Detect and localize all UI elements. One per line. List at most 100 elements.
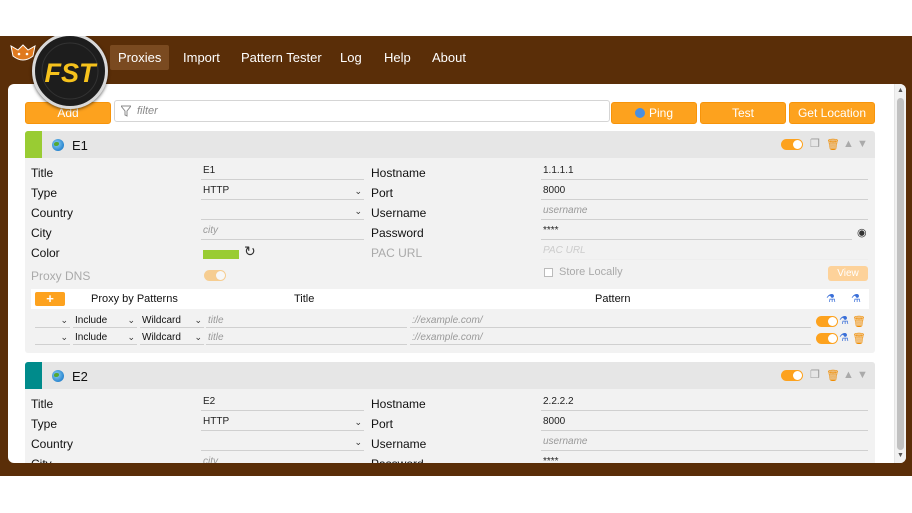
- filter-input[interactable]: [135, 103, 595, 119]
- eye-icon[interactable]: ◉: [857, 227, 867, 239]
- color-picker[interactable]: [203, 250, 239, 259]
- pattern-include-select[interactable]: Include ⌄: [73, 331, 137, 345]
- type-label: Type: [31, 417, 58, 431]
- tab-log[interactable]: Log: [332, 45, 370, 70]
- scrollbar-thumb[interactable]: [897, 98, 904, 450]
- hostname-input[interactable]: 1.1.1.1: [541, 164, 868, 180]
- city-input[interactable]: city: [201, 455, 364, 463]
- pattern-active-toggle[interactable]: [816, 333, 838, 344]
- username-input[interactable]: username: [541, 204, 868, 220]
- type-value: HTTP: [203, 185, 230, 196]
- flask-icon[interactable]: ⚗: [826, 293, 836, 305]
- chevron-down-icon: ⌄: [354, 206, 362, 216]
- city-label: City: [31, 226, 52, 240]
- pattern-type-select[interactable]: Wildcard ⌄: [140, 331, 204, 345]
- type-select[interactable]: HTTP ⌄: [201, 184, 364, 200]
- proxy-enable-toggle[interactable]: [781, 139, 803, 150]
- get-location-button[interactable]: Get Location: [789, 102, 875, 124]
- ping-button[interactable]: Ping: [611, 102, 697, 124]
- chevron-down-icon: ⌄: [127, 315, 135, 325]
- flask-icon[interactable]: ⚗: [851, 293, 861, 305]
- city-input[interactable]: city: [201, 224, 364, 240]
- username-input[interactable]: username: [541, 435, 868, 451]
- proxy-color-strip: [25, 362, 42, 389]
- password-input[interactable]: ****: [541, 455, 852, 463]
- proxy-enable-toggle[interactable]: [781, 370, 803, 381]
- pac-url-input[interactable]: PAC URL: [541, 244, 868, 260]
- proxy-dns-toggle[interactable]: [204, 270, 226, 281]
- trash-icon[interactable]: 🗑: [852, 333, 866, 345]
- proxy-card-header[interactable]: E1 ❐ 🗑 ▲ ▼: [25, 131, 875, 158]
- title-input[interactable]: E2: [201, 395, 364, 411]
- tab-proxies[interactable]: Proxies: [110, 45, 170, 70]
- pattern-active-toggle[interactable]: [816, 316, 838, 327]
- flask-icon[interactable]: ⚗: [839, 332, 849, 344]
- up-arrow-icon[interactable]: ▲: [843, 369, 854, 381]
- pattern-title-input[interactable]: title: [206, 314, 407, 328]
- hostname-input[interactable]: 2.2.2.2: [541, 395, 868, 411]
- chevron-down-icon: ⌄: [194, 332, 202, 342]
- add-pattern-button[interactable]: +: [35, 292, 65, 306]
- filter-field[interactable]: [114, 100, 610, 122]
- down-arrow-icon[interactable]: ▼: [857, 138, 868, 150]
- password-input[interactable]: ****: [541, 224, 852, 240]
- scroll-up-icon[interactable]: ▲: [897, 87, 904, 95]
- test-button[interactable]: Test: [700, 102, 786, 124]
- password-label: Password: [371, 226, 424, 240]
- title-input[interactable]: E1: [201, 164, 364, 180]
- pattern-include-select[interactable]: Include ⌄: [73, 314, 137, 328]
- app-frame: FST Proxies Import Pattern Tester Log He…: [0, 36, 912, 476]
- tab-pattern-tester[interactable]: Pattern Tester: [233, 45, 330, 70]
- refresh-icon[interactable]: ↻: [244, 244, 256, 258]
- proxy-card-header[interactable]: E2 ❐ 🗑 ▲ ▼: [25, 362, 875, 389]
- pattern-enable-select[interactable]: ⌄: [35, 331, 70, 345]
- country-select[interactable]: ⌄: [201, 435, 364, 451]
- password-label: Password: [371, 457, 424, 463]
- proxy-name: E2: [72, 369, 88, 384]
- pattern-type-select[interactable]: Wildcard ⌄: [140, 314, 204, 328]
- trash-icon[interactable]: 🗑: [852, 316, 866, 328]
- store-locally-checkbox[interactable]: [544, 268, 553, 277]
- color-label: Color: [31, 246, 60, 260]
- pattern-input[interactable]: ://example.com/: [410, 314, 811, 328]
- tab-help[interactable]: Help: [376, 45, 419, 70]
- tab-about[interactable]: About: [424, 45, 474, 70]
- proxies-panel: Add Ping Test Get Location E1 ❐ 🗑 ▲ ▼: [8, 84, 906, 463]
- view-button[interactable]: View: [828, 266, 868, 281]
- proxy-name: E1: [72, 138, 88, 153]
- username-label: Username: [371, 206, 427, 220]
- port-input[interactable]: 8000: [541, 415, 868, 431]
- down-arrow-icon[interactable]: ▼: [857, 369, 868, 381]
- proxy-color-strip: [25, 131, 42, 158]
- pattern-include-value: Include: [75, 315, 108, 326]
- country-label: Country: [31, 206, 74, 220]
- flask-icon[interactable]: ⚗: [839, 315, 849, 327]
- pattern-type-value: Wildcard: [142, 315, 181, 326]
- chevron-down-icon: ⌄: [354, 417, 362, 427]
- scrollbar[interactable]: ▲ ▼: [894, 84, 906, 463]
- hostname-label: Hostname: [371, 166, 426, 180]
- type-value: HTTP: [203, 416, 230, 427]
- up-arrow-icon[interactable]: ▲: [843, 138, 854, 150]
- port-label: Port: [371, 417, 394, 431]
- country-select[interactable]: ⌄: [201, 204, 364, 220]
- proxy-card-e2: E2 ❐ 🗑 ▲ ▼ Title E2 Type HTTP ⌄ Country ⌄…: [25, 362, 875, 463]
- copy-icon[interactable]: ❐: [810, 369, 820, 381]
- store-locally-label: Store Locally: [559, 266, 623, 278]
- logo: FST: [32, 36, 108, 109]
- pattern-title-input[interactable]: title: [206, 331, 407, 345]
- chevron-down-icon: ⌄: [354, 437, 362, 447]
- city-label: City: [31, 457, 52, 463]
- pattern-enable-select[interactable]: ⌄: [35, 314, 70, 328]
- tab-import[interactable]: Import: [175, 45, 228, 70]
- proxy-card-e1: E1 ❐ 🗑 ▲ ▼ Title E1 Type HTTP ⌄ Country ⌄…: [25, 131, 875, 353]
- copy-icon[interactable]: ❐: [810, 138, 820, 150]
- pattern-input[interactable]: ://example.com/: [410, 331, 811, 345]
- scroll-down-icon[interactable]: ▼: [897, 452, 904, 460]
- trash-icon[interactable]: 🗑: [826, 370, 840, 382]
- type-select[interactable]: HTTP ⌄: [201, 415, 364, 431]
- proxy-dns-label: Proxy DNS: [31, 269, 91, 283]
- trash-icon[interactable]: 🗑: [826, 139, 840, 151]
- port-input[interactable]: 8000: [541, 184, 868, 200]
- chevron-down-icon: ⌄: [354, 186, 362, 196]
